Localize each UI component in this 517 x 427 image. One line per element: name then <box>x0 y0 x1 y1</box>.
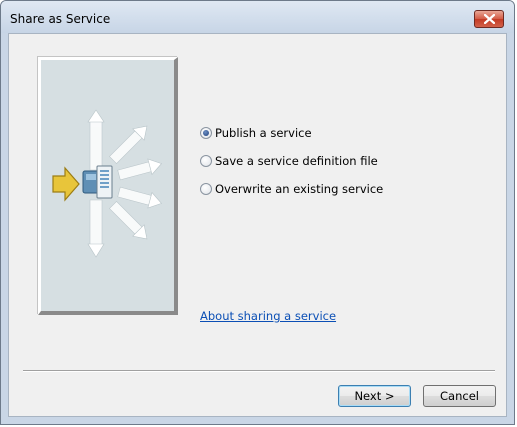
share-service-illustration <box>38 57 178 315</box>
close-button[interactable] <box>474 10 504 28</box>
title-bar[interactable]: Share as Service <box>1 1 514 33</box>
option-label: Publish a service <box>215 126 312 140</box>
arrow-right-icon <box>52 166 80 202</box>
radio-overwrite-service[interactable] <box>200 183 212 195</box>
dialog-content: Publish a service Save a service definit… <box>8 33 507 417</box>
about-sharing-link[interactable]: About sharing a service <box>200 309 336 323</box>
option-overwrite-service[interactable]: Overwrite an existing service <box>200 181 383 197</box>
option-publish-service[interactable]: Publish a service <box>200 125 312 141</box>
share-service-icon <box>52 109 163 258</box>
footer-separator <box>23 370 495 372</box>
server-icon <box>82 165 113 199</box>
dialog-window: Share as Service Publish a service Save … <box>0 0 515 425</box>
radio-save-definition-file[interactable] <box>200 155 212 167</box>
option-label: Overwrite an existing service <box>215 182 384 196</box>
radio-publish-service[interactable] <box>200 127 212 139</box>
next-button[interactable]: Next > <box>338 385 411 407</box>
option-label: Save a service definition file <box>215 154 378 168</box>
option-save-definition-file[interactable]: Save a service definition file <box>200 153 378 169</box>
cancel-button[interactable]: Cancel <box>423 385 496 407</box>
close-icon <box>484 14 495 24</box>
window-title: Share as Service <box>10 12 111 26</box>
